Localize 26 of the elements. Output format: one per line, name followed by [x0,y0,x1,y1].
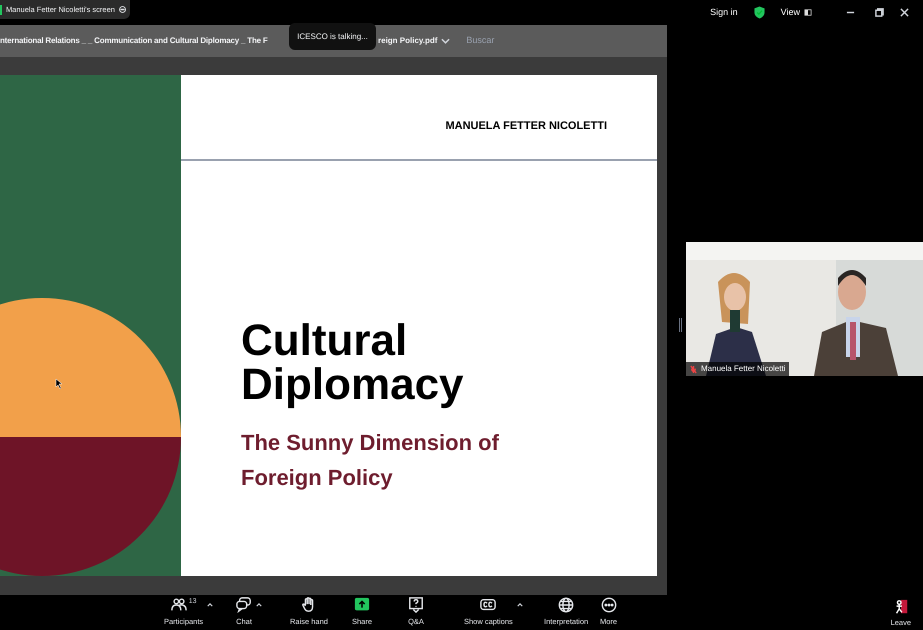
caret-up-icon[interactable] [516,603,523,608]
more-icon[interactable] [118,4,126,15]
view-button[interactable]: View [780,6,812,20]
tooltip: ICESCO is talking... [289,23,376,50]
slide-subtitle: The Sunny Dimension of Foreign Policy [241,429,500,492]
sign-in-link[interactable]: Sign in [710,6,738,20]
sharing-indicator [0,4,2,14]
chevron-down-icon[interactable] [441,38,450,44]
restore-icon[interactable] [875,8,884,17]
slide-author: MANUELA FETTER NICOLETTI [445,118,607,134]
more-icon [600,597,617,614]
people-icon [170,597,187,614]
shield-icon [754,6,765,19]
slide-title: Cultural Diplomacy [241,319,465,407]
caret-up-icon[interactable] [256,603,262,608]
document-title: nternational Relations _ _ Communication and Cultural Diplomacy _ The F [0,36,268,45]
caret-up-icon[interactable] [207,603,214,608]
document-title: reign Policy.pdf [378,35,438,47]
search-field[interactable]: Buscar [466,34,526,48]
question-icon [408,597,424,614]
close-icon[interactable] [900,8,909,17]
layout-icon [804,9,812,16]
participant-name: Manuela Fetter Nicoletti [701,363,786,375]
globe-icon [558,597,574,614]
resize-handle[interactable] [679,318,682,332]
chat-icon [236,597,252,614]
